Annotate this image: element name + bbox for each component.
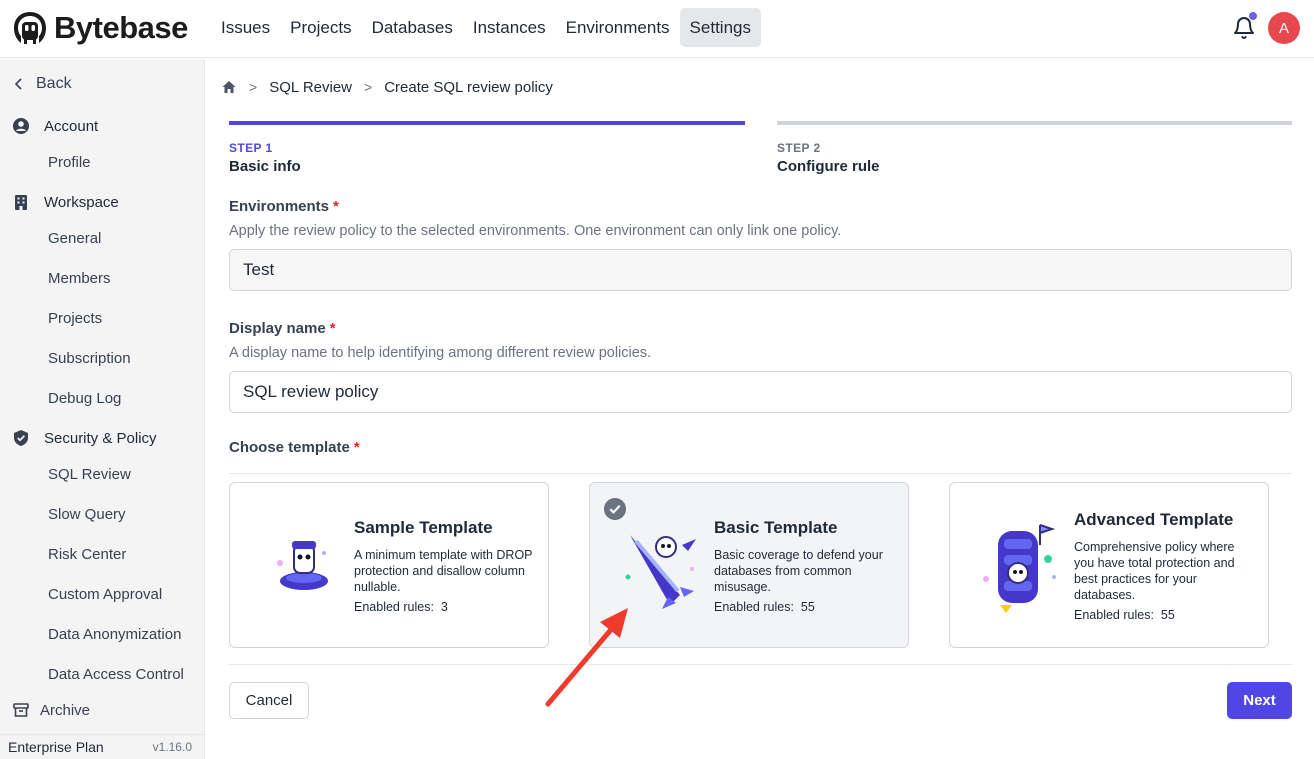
sidebar-item-projects[interactable]: Projects bbox=[48, 307, 102, 329]
home-icon[interactable] bbox=[221, 79, 237, 95]
basic-template-illustration bbox=[625, 535, 696, 609]
app-name: Bytebase bbox=[54, 10, 188, 45]
environments-value: Test bbox=[243, 260, 275, 279]
template-card-sample[interactable]: Sample Template A minimum template with … bbox=[229, 482, 549, 648]
nav-environments[interactable]: Environments bbox=[556, 8, 680, 47]
advanced-template-title: Advanced Template bbox=[1074, 510, 1234, 529]
step-1-title: Basic info bbox=[229, 158, 301, 175]
basic-template-description: Basic coverage to defend your databases … bbox=[714, 548, 883, 594]
sidebar-item-archive[interactable]: Archive bbox=[12, 699, 90, 721]
display-name-value: SQL review policy bbox=[243, 382, 379, 401]
nav-instances[interactable]: Instances bbox=[463, 8, 556, 47]
back-link[interactable]: Back bbox=[12, 73, 72, 95]
nav-issues[interactable]: Issues bbox=[211, 8, 280, 47]
sidebar-group-workspace: Workspace bbox=[12, 191, 119, 213]
notification-dot bbox=[1249, 12, 1257, 20]
step-2-title: Configure rule bbox=[777, 158, 880, 175]
display-name-help: A display name to help identifying among… bbox=[229, 345, 652, 361]
breadcrumb-separator: > bbox=[364, 79, 373, 95]
advanced-template-rules: Enabled rules: 55 bbox=[1074, 608, 1175, 622]
version-label: v1.16.0 bbox=[152, 740, 192, 754]
sidebar-item-subscription[interactable]: Subscription bbox=[48, 347, 131, 369]
step-2-number: STEP 2 bbox=[777, 141, 821, 155]
account-icon bbox=[13, 118, 29, 134]
basic-template-rules: Enabled rules: 55 bbox=[714, 600, 815, 614]
sidebar-item-members[interactable]: Members bbox=[48, 267, 111, 289]
sidebar-item-data-anonymization[interactable]: Data Anonymization bbox=[48, 623, 181, 645]
sidebar-item-profile[interactable]: Profile bbox=[48, 151, 91, 173]
required-marker: * bbox=[353, 439, 360, 456]
chevron-left-icon bbox=[14, 78, 22, 90]
archive-icon bbox=[13, 703, 29, 717]
sidebar-item-general[interactable]: General bbox=[48, 227, 101, 249]
template-card-basic[interactable]: Basic Template Basic coverage to defend … bbox=[589, 482, 909, 648]
environments-label: Environments * bbox=[229, 198, 339, 215]
template-card-advanced[interactable]: Advanced Template Comprehensive policy w… bbox=[949, 482, 1269, 648]
basic-template-title: Basic Template bbox=[714, 518, 838, 537]
sidebar-item-risk-center[interactable]: Risk Center bbox=[48, 543, 126, 565]
main-nav: Issues Projects Databases Instances Envi… bbox=[211, 8, 761, 47]
back-label: Back bbox=[36, 75, 72, 92]
workspace-icon bbox=[15, 195, 27, 210]
bytebase-logo-icon bbox=[14, 12, 46, 44]
display-name-label: Display name * bbox=[229, 320, 336, 337]
step-1-progress bbox=[229, 121, 745, 125]
breadcrumb-sql-review[interactable]: SQL Review bbox=[269, 79, 352, 96]
sample-template-illustration bbox=[277, 541, 328, 590]
choose-template-label: Choose template * bbox=[229, 439, 360, 456]
cancel-button[interactable]: Cancel bbox=[229, 682, 309, 719]
logo[interactable]: Bytebase bbox=[12, 10, 188, 46]
step-1-number: STEP 1 bbox=[229, 141, 273, 155]
plan-label[interactable]: Enterprise Plan bbox=[8, 739, 104, 755]
sidebar-group-security: Security & Policy bbox=[12, 427, 157, 449]
nav-databases[interactable]: Databases bbox=[362, 8, 463, 47]
breadcrumb-separator: > bbox=[249, 79, 258, 95]
divider bbox=[229, 664, 1292, 665]
sidebar-item-debug-log[interactable]: Debug Log bbox=[48, 387, 121, 409]
required-marker: * bbox=[329, 320, 336, 337]
check-icon bbox=[604, 498, 626, 520]
sample-template-title: Sample Template bbox=[354, 518, 493, 537]
advanced-template-description: Comprehensive policy where you have tota… bbox=[1074, 540, 1235, 602]
avatar[interactable]: A bbox=[1268, 12, 1300, 44]
shield-icon bbox=[14, 430, 28, 446]
required-marker: * bbox=[333, 198, 339, 215]
display-name-input[interactable]: SQL review policy bbox=[229, 371, 1292, 413]
sidebar: Back Account Profile Workspace General M… bbox=[0, 59, 205, 759]
sidebar-item-data-access-control[interactable]: Data Access Control bbox=[48, 663, 184, 685]
breadcrumb: > SQL Review > Create SQL review policy bbox=[221, 77, 553, 97]
annotation-arrow bbox=[545, 608, 628, 707]
nav-settings[interactable]: Settings bbox=[679, 8, 761, 47]
sidebar-item-slow-query[interactable]: Slow Query bbox=[48, 503, 126, 525]
sidebar-group-account: Account bbox=[12, 115, 98, 137]
sidebar-footer: Enterprise Plan v1.16.0 bbox=[0, 734, 204, 759]
sidebar-item-custom-approval[interactable]: Custom Approval bbox=[48, 583, 162, 605]
breadcrumb-current: Create SQL review policy bbox=[384, 78, 553, 96]
environments-field[interactable]: Test bbox=[229, 249, 1292, 291]
divider bbox=[229, 473, 1292, 474]
step-2-progress bbox=[777, 121, 1292, 125]
nav-projects[interactable]: Projects bbox=[280, 8, 361, 47]
next-button[interactable]: Next bbox=[1227, 682, 1292, 719]
top-bar: Bytebase Issues Projects Databases Insta… bbox=[0, 0, 1314, 58]
sample-template-description: A minimum template with DROP protection … bbox=[354, 548, 533, 594]
environments-help: Apply the review policy to the selected … bbox=[229, 223, 842, 239]
sample-template-rules: Enabled rules: 3 bbox=[354, 600, 448, 614]
sidebar-item-sql-review[interactable]: SQL Review bbox=[48, 463, 131, 485]
advanced-template-illustration bbox=[983, 524, 1056, 613]
